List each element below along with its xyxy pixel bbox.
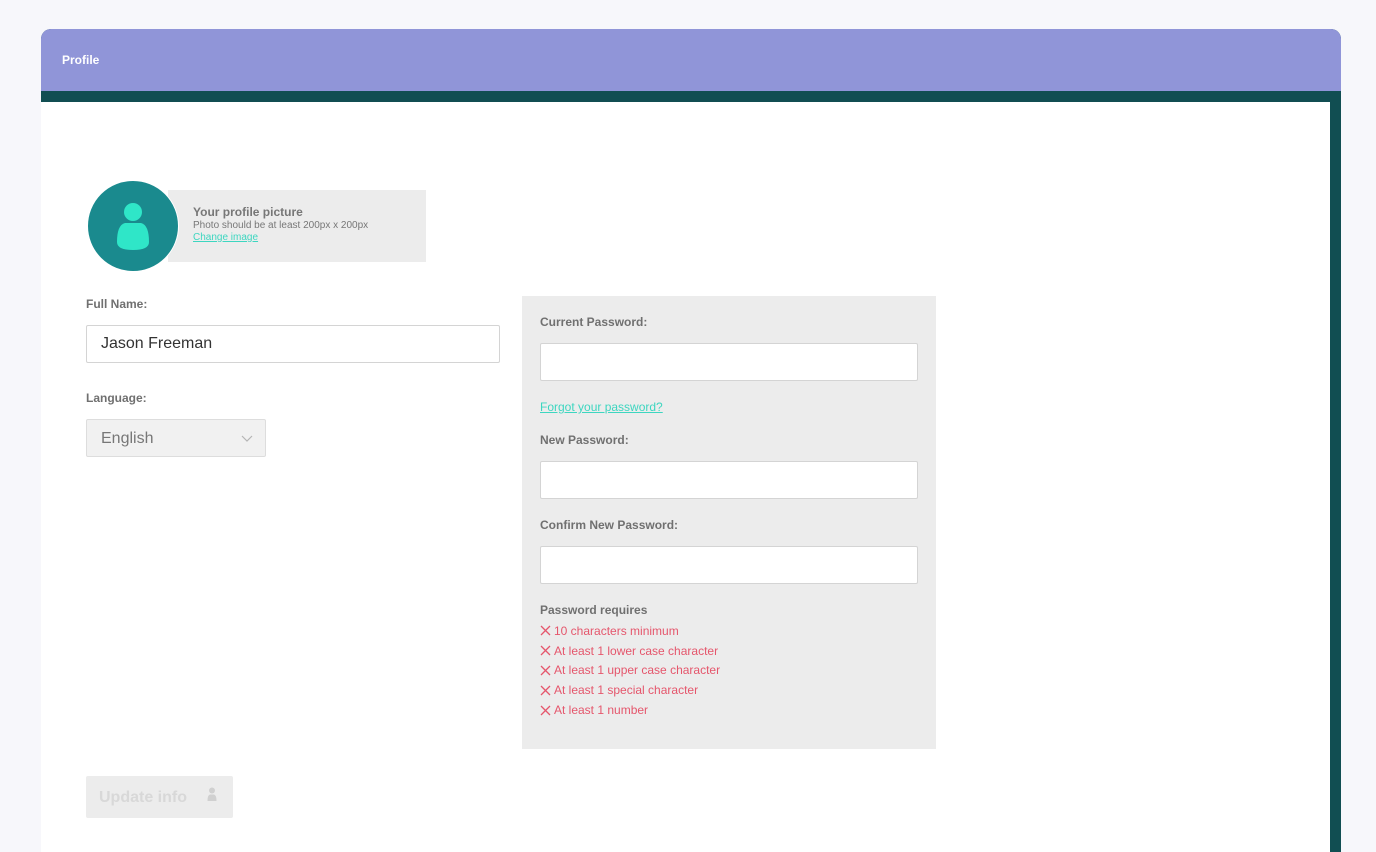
password-requirement-item: 10 characters minimum: [540, 621, 720, 641]
current-password-input[interactable]: [540, 343, 918, 381]
profile-picture-title: Your profile picture: [193, 205, 303, 219]
password-requirements-title: Password requires: [540, 603, 648, 617]
close-icon: [540, 645, 551, 656]
full-name-input[interactable]: [86, 325, 500, 363]
language-select[interactable]: English: [86, 419, 266, 457]
confirm-password-label: Confirm New Password:: [540, 518, 679, 532]
language-label: Language:: [86, 391, 147, 405]
page-title: Profile: [62, 53, 100, 67]
password-requirement-text: At least 1 upper case character: [554, 663, 721, 678]
password-requirement-item: At least 1 upper case character: [540, 661, 720, 681]
password-requirement-text: At least 1 lower case character: [554, 643, 719, 658]
card-header: Profile: [41, 29, 1341, 91]
update-info-button[interactable]: Update info: [86, 776, 233, 818]
card-body: Your profile picture Photo should be at …: [41, 102, 1330, 852]
current-password-label: Current Password:: [540, 315, 648, 329]
language-selected-value: English: [101, 430, 154, 447]
full-name-label: Full Name:: [86, 297, 148, 311]
close-icon: [540, 685, 551, 696]
close-icon: [540, 705, 551, 716]
new-password-label: New Password:: [540, 433, 629, 447]
password-panel: Current Password: Forgot your password? …: [522, 296, 936, 749]
profile-picture-hint: Photo should be at least 200px x 200px: [193, 220, 369, 231]
profile-card: Profile Your profile picture Photo shoul…: [41, 29, 1341, 852]
chevron-down-icon: [241, 435, 253, 442]
user-icon: [207, 787, 217, 801]
password-requirement-text: At least 1 number: [554, 703, 649, 718]
close-icon: [540, 625, 551, 636]
close-icon: [540, 665, 551, 676]
password-requirement-text: At least 1 special character: [554, 683, 699, 698]
change-image-link[interactable]: Change image: [193, 232, 258, 243]
password-requirement-item: At least 1 lower case character: [540, 641, 720, 661]
forgot-password-link[interactable]: Forgot your password?: [540, 400, 663, 414]
password-requirement-item: At least 1 number: [540, 700, 720, 720]
user-icon: [117, 203, 149, 250]
password-requirement-item: At least 1 special character: [540, 680, 720, 700]
password-requirements-list: 10 characters minimum At least 1 lower c…: [540, 621, 720, 720]
avatar[interactable]: [87, 180, 179, 272]
password-requirement-text: 10 characters minimum: [554, 623, 679, 638]
new-password-input[interactable]: [540, 461, 918, 499]
confirm-password-input[interactable]: [540, 546, 918, 584]
update-info-label: Update info: [99, 789, 187, 806]
